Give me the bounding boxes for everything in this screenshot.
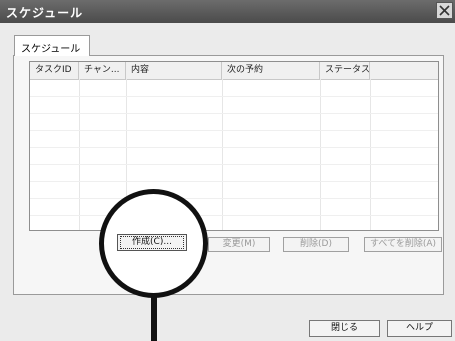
delete-all-button[interactable]: すべてを削除(A) — [364, 237, 442, 252]
column-content[interactable]: 内容 — [126, 62, 222, 79]
change-button[interactable]: 変更(M) — [208, 237, 270, 252]
help-button[interactable]: ヘルプ — [387, 320, 452, 337]
row-divider — [30, 198, 438, 199]
row-divider — [30, 113, 438, 114]
column-channel[interactable]: チャン... — [79, 62, 126, 79]
column-status[interactable]: ステータス — [320, 62, 370, 79]
column-divider — [222, 79, 223, 230]
schedule-list[interactable]: タスクID チャン... 内容 次の予約 ステータス — [29, 61, 439, 231]
row-divider — [30, 147, 438, 148]
schedule-window: スケジュール スケジュール タスクID チャン... 内容 次の予約 ステータス — [0, 0, 455, 341]
list-header: タスクID チャン... 内容 次の予約 ステータス — [30, 62, 438, 80]
close-window-button[interactable] — [436, 2, 453, 19]
window-title: スケジュール — [6, 6, 84, 20]
column-divider — [79, 79, 80, 230]
row-divider — [30, 181, 438, 182]
create-button-label: 作成(C)... — [132, 237, 172, 247]
close-icon — [439, 5, 450, 16]
create-button[interactable]: 作成(C)... — [117, 234, 187, 251]
column-next-reservation[interactable]: 次の予約 — [222, 62, 320, 79]
title-bar[interactable]: スケジュール — [0, 0, 455, 23]
column-divider — [320, 79, 321, 230]
row-divider — [30, 96, 438, 97]
column-divider — [370, 79, 371, 230]
delete-button[interactable]: 削除(D) — [283, 237, 349, 252]
row-divider — [30, 164, 438, 165]
close-button[interactable]: 閉じる — [309, 320, 380, 337]
column-task-id[interactable]: タスクID — [30, 62, 79, 79]
row-divider — [30, 130, 438, 131]
tab-schedule[interactable]: スケジュール — [14, 35, 90, 56]
row-divider — [30, 215, 438, 216]
highlight-pointer — [151, 296, 157, 341]
